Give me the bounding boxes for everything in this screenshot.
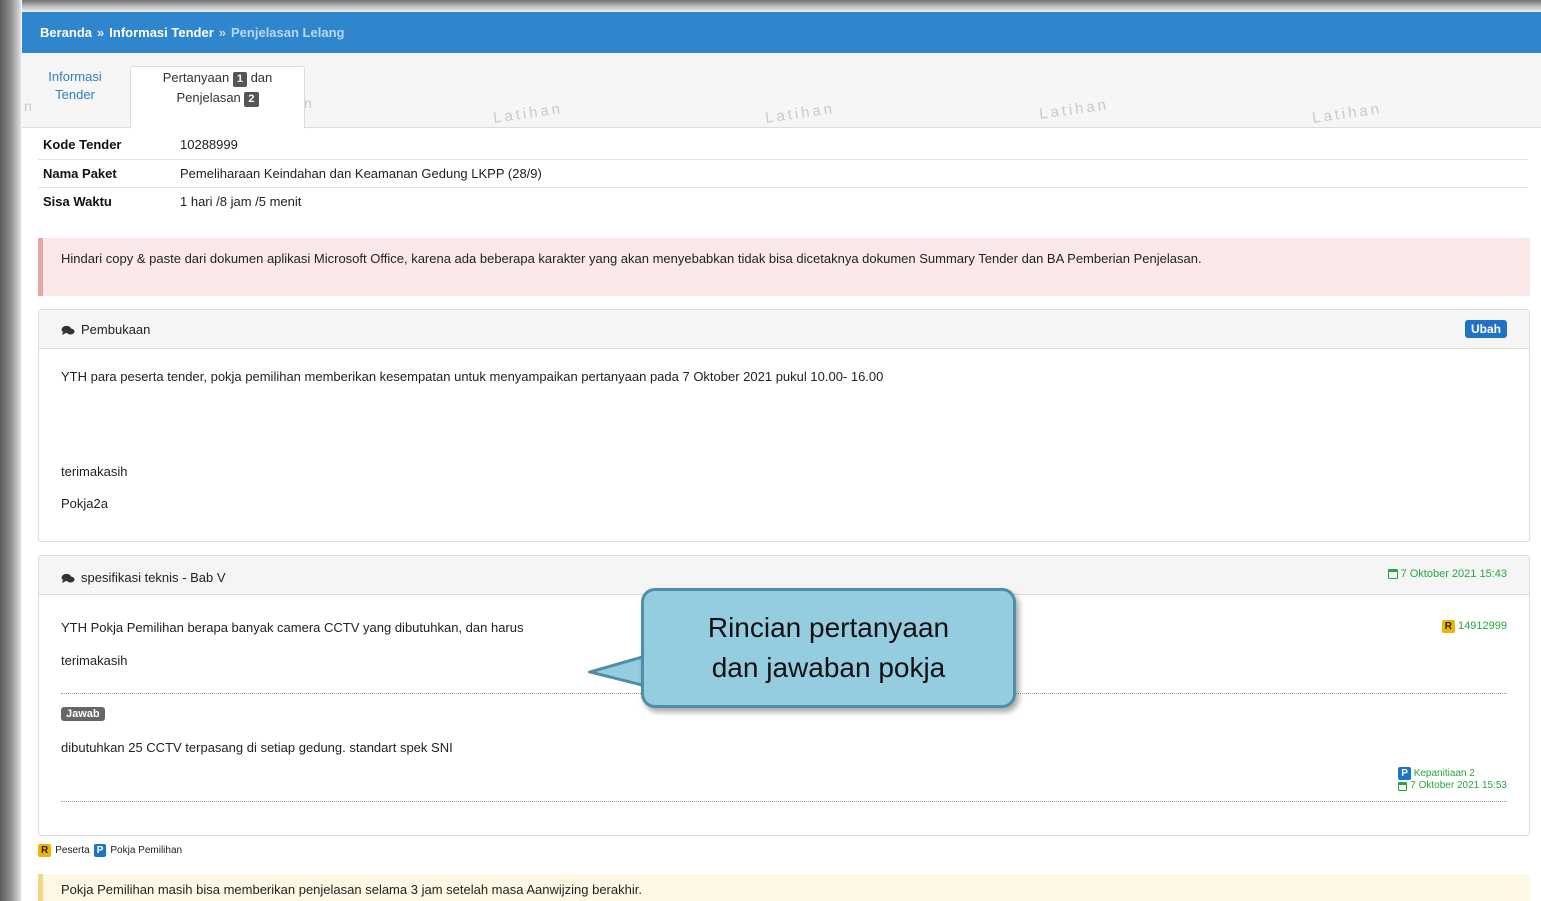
copy-paste-warning: Hindari copy & paste dari dokumen aplika… — [38, 238, 1530, 296]
tab-label: dan — [250, 70, 273, 85]
breadcrumb-separator: » — [97, 25, 105, 40]
legend: R Peserta P Pokja Pemilihan — [38, 844, 182, 857]
callout-line: dan jawaban pokja — [711, 652, 946, 683]
question-date: 7 Oktober 2021 15:43 — [1387, 568, 1507, 580]
kode-tender-label: Kode Tender — [38, 131, 175, 160]
callout-line: Rincian pertanyaan — [707, 612, 950, 643]
tender-info-table: Kode Tender 10288999 Nama Paket Pemeliha… — [38, 131, 1528, 215]
sisa-waktu-value: 1 hari /8 jam /5 menit — [180, 193, 302, 209]
opening-panel: Pembukaan Ubah YTH para peserta tender, … — [38, 309, 1530, 542]
opening-thanks: terimakasih — [61, 464, 128, 479]
tab-label: Penjelasan — [176, 90, 241, 105]
explanation-count-badge: 2 — [244, 92, 259, 107]
tab-label: Informasi — [48, 69, 102, 84]
responder-info: P Kepanitiaan 2 7 Oktober 2021 15:53 — [1398, 767, 1507, 792]
table-row: Nama Paket Pemeliharaan Keindahan dan Ke… — [38, 159, 1528, 188]
answer-badge: Jawab — [61, 707, 105, 721]
question-panel-title: spesifikasi teknis - Bab V — [81, 570, 226, 585]
breadcrumb-section[interactable]: Informasi Tender — [109, 25, 214, 40]
answer-date: 7 Oktober 2021 15:53 — [1410, 780, 1507, 791]
answer-text: dibutuhkan 25 CCTV terpasang di setiap g… — [61, 740, 453, 755]
peserta-badge: R — [38, 844, 52, 857]
comments-icon — [61, 572, 75, 583]
window-shadow-top — [0, 0, 1541, 12]
opening-panel-header: Pembukaan Ubah — [39, 310, 1529, 349]
watermark: Latihan — [1038, 96, 1111, 123]
table-row: Kode Tender 10288999 — [38, 131, 1528, 160]
tab-bar: n Informasi Tender Pertanyaan 1 dan Penj… — [22, 53, 1541, 129]
callout-pointer — [588, 654, 647, 688]
asker-info: R 14912999 — [1441, 620, 1507, 633]
watermark: Latihan — [492, 100, 565, 127]
tab-informasi-tender[interactable]: Informasi Tender — [34, 68, 116, 104]
watermark: Latihan — [764, 100, 837, 127]
nama-paket-label: Nama Paket — [38, 159, 175, 188]
opening-panel-body: YTH para peserta tender, pokja pemilihan… — [39, 349, 1529, 541]
watermark: Latihan — [1311, 100, 1384, 127]
edit-button[interactable]: Ubah — [1465, 320, 1507, 338]
breadcrumb: Beranda » Informasi Tender » Penjelasan … — [22, 12, 1541, 53]
question-date-text: 7 Oktober 2021 15:43 — [1400, 568, 1507, 580]
opening-panel-title: Pembukaan — [81, 321, 151, 337]
tab-label: Pertanyaan — [162, 70, 230, 85]
calendar-icon — [1387, 569, 1398, 579]
calendar-icon — [1398, 781, 1408, 791]
aanwijzing-note: Pokja Pemilihan masih bisa memberikan pe… — [38, 874, 1530, 901]
question-count-badge: 1 — [232, 72, 247, 87]
breadcrumb-home[interactable]: Beranda — [40, 25, 92, 40]
comments-icon — [61, 324, 75, 335]
question-thanks: terimakasih — [61, 653, 128, 668]
table-row: Sisa Waktu 1 hari /8 jam /5 menit — [38, 187, 1528, 215]
pokja-badge: P — [1398, 767, 1411, 780]
breadcrumb-separator: » — [218, 25, 227, 40]
callout-box: Rincian pertanyaan dan jawaban pokja — [641, 588, 1016, 708]
opening-signature: Pokja2a — [61, 496, 108, 511]
sisa-waktu-label: Sisa Waktu — [43, 193, 112, 209]
question-text: YTH Pokja Pemilihan berapa banyak camera… — [61, 620, 524, 635]
legend-pokja-label: Pokja Pemilihan — [110, 845, 183, 856]
opening-text: YTH para peserta tender, pokja pemilihan… — [61, 369, 884, 384]
tab-label: Tender — [55, 87, 95, 102]
nama-paket-value: Pemeliharaan Keindahan dan Keamanan Gedu… — [175, 159, 1528, 188]
asker-id: 14912999 — [1458, 620, 1507, 632]
tab-pertanyaan-penjelasan[interactable]: Pertanyaan 1 dan Penjelasan 2 — [130, 66, 305, 129]
window-shadow-left — [0, 0, 22, 901]
watermark-fragment: n — [304, 95, 312, 111]
peserta-badge: R — [1441, 620, 1455, 633]
legend-peserta-label: Peserta — [55, 845, 90, 856]
pokja-badge: P — [93, 844, 107, 857]
divider — [61, 801, 1507, 802]
breadcrumb-current: Penjelasan Lelang — [231, 25, 345, 40]
responder-name: Kepanitiaan 2 — [1413, 768, 1475, 779]
watermark-fragment: n — [24, 98, 32, 114]
kode-tender-value: 10288999 — [175, 131, 1528, 160]
app-window: Beranda » Informasi Tender » Penjelasan … — [22, 12, 1541, 901]
